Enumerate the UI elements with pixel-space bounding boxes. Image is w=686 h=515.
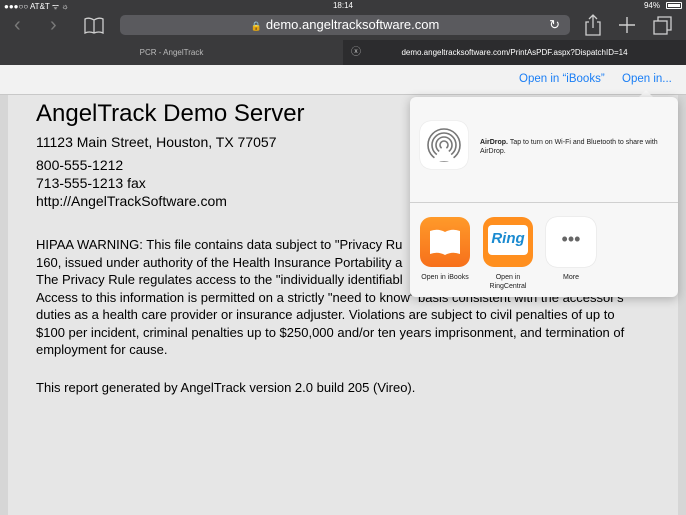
generated-by-note: This report generated by AngelTrack vers… xyxy=(36,380,416,395)
app-label: Open in RingCentral xyxy=(489,274,527,290)
battery-icon xyxy=(666,2,682,9)
tabs-overview-icon[interactable] xyxy=(653,16,673,41)
share-sheet-popover: AirDrop. Tap to turn on Wi-Fi and Blueto… xyxy=(410,97,678,297)
hipaa-line: $100 per incident, criminal penalties up… xyxy=(36,324,625,340)
bookmarks-icon[interactable] xyxy=(84,17,104,39)
new-tab-icon[interactable] xyxy=(617,15,637,40)
tab-strip: PCR - AngelTrack ⓧ demo.angeltracksoftwa… xyxy=(0,40,686,65)
hipaa-line: employment for cause. xyxy=(36,342,168,357)
app-label: More xyxy=(563,274,579,281)
share-icon[interactable] xyxy=(584,14,602,41)
ringcentral-icon: Ring xyxy=(483,217,533,267)
url-bar[interactable]: 🔒 demo.angeltracksoftware.com ↻ xyxy=(120,15,570,35)
open-in-button[interactable]: Open in... xyxy=(622,73,672,85)
more-icon: ••• xyxy=(546,217,596,267)
status-bar: ●●●○○ AT&T ᯤ ☼ 18:14 94% xyxy=(0,0,686,11)
back-icon[interactable]: ‹ xyxy=(14,15,21,35)
open-in-ringcentral-app[interactable]: Ring Open in RingCentral xyxy=(482,217,534,291)
pdf-toolbar: Open in “iBooks” Open in... xyxy=(0,65,686,95)
tab-label: demo.angeltracksoftware.com/PrintAsPDF.a… xyxy=(401,48,628,57)
forward-icon[interactable]: › xyxy=(50,15,57,35)
document-title: AngelTrack Demo Server xyxy=(36,100,305,127)
battery-percent: 94% xyxy=(643,1,660,10)
document-website: http://AngelTrackSoftware.com xyxy=(36,193,227,209)
url-text: demo.angeltracksoftware.com xyxy=(265,17,440,32)
ibooks-icon xyxy=(420,217,470,267)
tab-print-pdf[interactable]: ⓧ demo.angeltracksoftware.com/PrintAsPDF… xyxy=(343,40,686,65)
airdrop-title: AirDrop. xyxy=(480,139,508,146)
status-time: 18:14 xyxy=(332,1,354,10)
open-in-ibooks-button[interactable]: Open in “iBooks” xyxy=(519,73,605,85)
ringcentral-logo-text: Ring xyxy=(491,230,525,247)
document-phone: 800-555-1212 xyxy=(36,157,124,173)
hipaa-line: duties as a health care provider or insu… xyxy=(36,307,615,322)
open-in-ibooks-app[interactable]: Open in iBooks xyxy=(419,217,471,282)
tab-pcr[interactable]: PCR - AngelTrack xyxy=(0,40,343,65)
airdrop-description: AirDrop. Tap to turn on Wi-Fi and Blueto… xyxy=(480,139,670,156)
close-tab-icon[interactable]: ⓧ xyxy=(351,40,361,65)
more-apps-button[interactable]: ••• More xyxy=(545,217,597,282)
reload-icon[interactable]: ↻ xyxy=(549,15,560,35)
document-address: 11123 Main Street, Houston, TX 77057 xyxy=(36,134,277,150)
airdrop-section: AirDrop. Tap to turn on Wi-Fi and Blueto… xyxy=(410,97,678,203)
document-fax: 713-555-1213 fax xyxy=(36,175,146,191)
more-dots: ••• xyxy=(561,229,581,249)
browser-nav-bar: ‹ › 🔒 demo.angeltracksoftware.com ↻ xyxy=(0,11,686,40)
lock-icon: 🔒 xyxy=(250,21,262,31)
app-label: Open in iBooks xyxy=(421,274,469,281)
tab-label: PCR - AngelTrack xyxy=(139,48,204,57)
airdrop-icon[interactable] xyxy=(420,121,468,169)
